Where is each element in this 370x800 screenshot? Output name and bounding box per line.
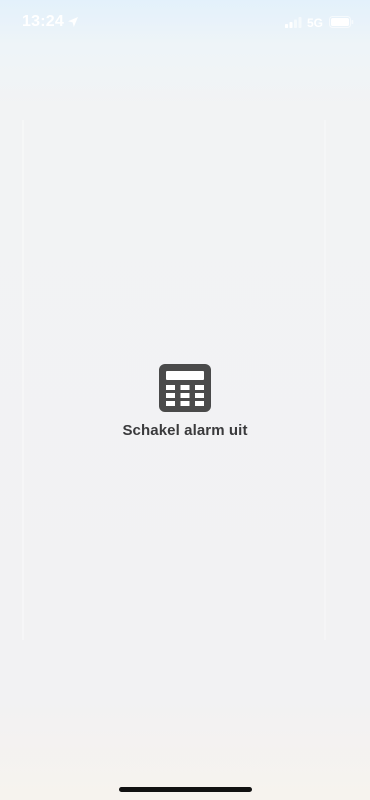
home-indicator[interactable] [119, 787, 252, 792]
keypad-icon [159, 364, 211, 412]
battery-icon [329, 16, 354, 28]
location-arrow-icon [68, 17, 78, 27]
status-bar: 13:24 5G [0, 0, 370, 46]
signal-bars-icon [285, 17, 302, 28]
disable-alarm-button[interactable]: Schakel alarm uit [0, 364, 370, 439]
status-time: 13:24 [22, 13, 64, 30]
action-label: Schakel alarm uit [122, 422, 248, 439]
network-label: 5G [307, 16, 324, 30]
